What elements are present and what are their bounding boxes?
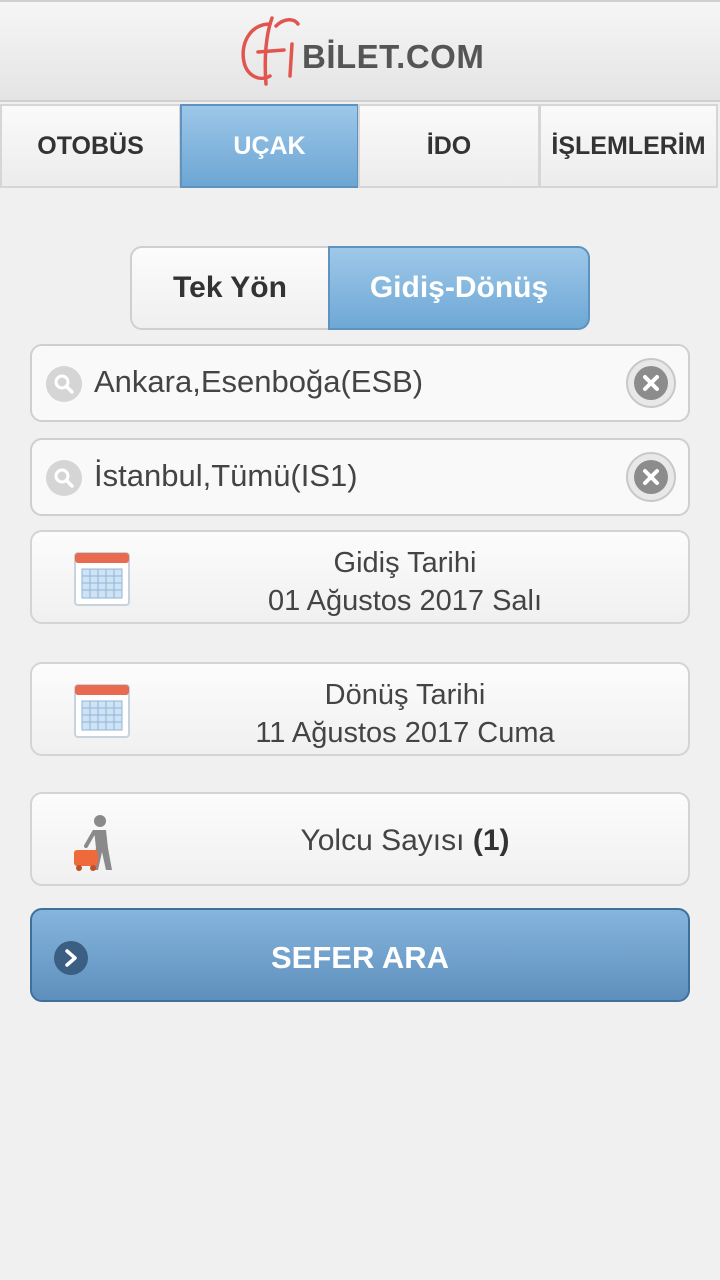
calendar-icon (74, 684, 130, 738)
departure-date-button[interactable]: Gidiş Tarihi 01 Ağustos 2017 Salı (30, 530, 690, 624)
tab-ido[interactable]: İDO (358, 104, 540, 188)
passenger-icon (74, 815, 112, 871)
close-icon (634, 366, 668, 400)
passenger-text: Yolcu Sayısı (1) (142, 824, 668, 858)
passenger-count-button[interactable]: Yolcu Sayısı (1) (30, 792, 690, 886)
trip-type-toggle: Tek Yön Gidiş-Dönüş (130, 246, 590, 330)
return-label: Dönüş Tarihi (324, 679, 486, 711)
logo-text: BİLET.COM (302, 38, 485, 75)
tab-ucak[interactable]: UÇAK (180, 104, 359, 188)
destination-value: İstanbul,Tümü(IS1) (94, 458, 358, 493)
return-text: Dönüş Tarihi 11 Ağustos 2017 Cuma (142, 676, 668, 752)
search-trips-button[interactable]: SEFER ARA (30, 908, 690, 1002)
tab-islemlerim[interactable]: İŞLEMLERİM (539, 104, 718, 188)
origin-field[interactable]: Ankara,Esenboğa(ESB) (30, 344, 690, 422)
departure-date: 01 Ağustos 2017 Salı (267, 585, 543, 617)
return-date-button[interactable]: Dönüş Tarihi 11 Ağustos 2017 Cuma (30, 662, 690, 756)
passenger-count: (1) (472, 824, 510, 857)
one-way-button[interactable]: Tek Yön (130, 246, 330, 330)
app-header: BİLET.COM (0, 0, 720, 102)
origin-value: Ankara,Esenboğa(ESB) (94, 364, 424, 399)
search-icon (46, 366, 82, 402)
tab-otobus[interactable]: OTOBÜS (0, 104, 181, 188)
clear-origin-button[interactable] (626, 358, 676, 408)
search-button-label: SEFER ARA (271, 940, 449, 975)
main-tabs: OTOBÜS UÇAK İDO İŞLEMLERİM (0, 104, 720, 188)
close-icon (634, 460, 668, 494)
clear-destination-button[interactable] (626, 452, 676, 502)
departure-label: Gidiş Tarihi (333, 547, 477, 579)
destination-field[interactable]: İstanbul,Tümü(IS1) (30, 438, 690, 516)
departure-text: Gidiş Tarihi 01 Ağustos 2017 Salı (142, 544, 668, 620)
logo-mark-icon (241, 16, 300, 86)
search-icon (46, 460, 82, 496)
round-trip-button[interactable]: Gidiş-Dönüş (328, 246, 590, 330)
return-date: 11 Ağustos 2017 Cuma (255, 717, 555, 749)
passenger-label: Yolcu Sayısı (300, 824, 465, 857)
logo: BİLET.COM (236, 14, 486, 94)
calendar-icon (74, 552, 130, 606)
